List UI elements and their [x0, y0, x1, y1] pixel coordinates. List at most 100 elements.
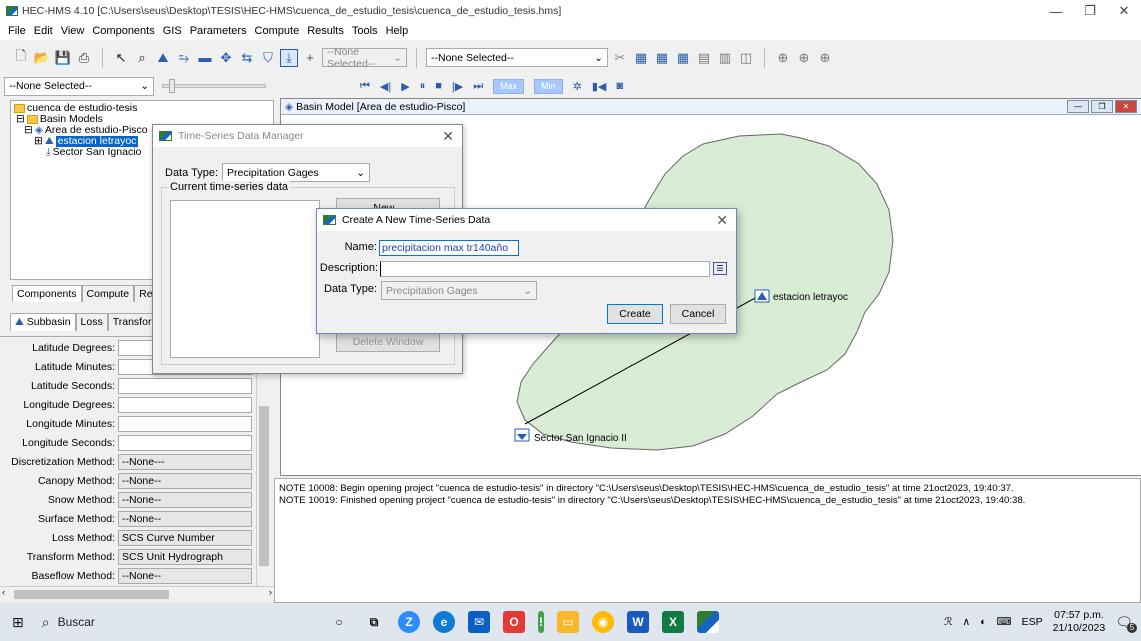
toolbar-select-2[interactable]: --None Selected-- ⌄ — [426, 48, 608, 67]
latitude-seconds-field[interactable] — [118, 377, 252, 394]
windows-start-icon[interactable]: ⊞ — [12, 614, 24, 631]
loss-method-select[interactable]: SCS Curve Number — [118, 529, 252, 546]
close-button[interactable]: ✕ — [1107, 0, 1141, 22]
mdi-restore-button[interactable]: ❐ — [1091, 100, 1113, 113]
close-icon[interactable]: ✕ — [716, 212, 728, 229]
stop-icon[interactable]: ■ — [435, 80, 442, 92]
keyboard-icon[interactable]: ⌨ — [996, 616, 1011, 628]
toolbar-select-1[interactable]: --None Selected-- ⌄ — [322, 46, 407, 70]
time-slider[interactable] — [162, 79, 266, 93]
delete-window-button[interactable]: Delete Window — [336, 332, 440, 352]
office-icon[interactable]: O — [503, 611, 525, 633]
menu-help[interactable]: Help — [382, 25, 413, 37]
horizontal-scrollbar[interactable]: ‹ › — [0, 586, 276, 601]
mail-icon[interactable]: ✉ — [468, 611, 490, 633]
sink-icon[interactable] — [514, 428, 530, 442]
hec-hms-taskbar-icon[interactable] — [697, 611, 719, 633]
scroll-left-icon[interactable]: ‹ — [2, 587, 5, 597]
clock[interactable]: 07:57 p.m. 21/10/2023 — [1053, 609, 1106, 635]
globe-icon-1[interactable]: ⊕ — [774, 49, 792, 67]
save-icon[interactable]: 💾 — [54, 49, 72, 67]
zoom-app-icon[interactable]: Z — [398, 611, 420, 633]
mdi-minimize-button[interactable]: — — [1067, 100, 1089, 113]
globe-icon-2[interactable]: ⊕ — [795, 49, 813, 67]
junction-tool-icon[interactable]: ✥ — [217, 49, 235, 67]
discretization-method-select[interactable]: --None--- — [118, 453, 252, 470]
menu-gis[interactable]: GIS — [159, 25, 186, 37]
edge-icon[interactable]: e — [433, 611, 455, 633]
video-icon[interactable]: ▮◀ — [592, 80, 607, 93]
settings-icon[interactable]: ✲ — [573, 80, 582, 93]
fast-forward-icon[interactable]: ⏭ — [473, 80, 483, 93]
add-icon[interactable]: + — [301, 49, 319, 67]
diversion-tool-icon[interactable]: ⇆ — [238, 49, 256, 67]
menu-view[interactable]: View — [57, 25, 89, 37]
new-file-icon[interactable]: 🗋 — [12, 48, 30, 67]
language-indicator[interactable]: ESP — [1022, 616, 1043, 628]
pointer-tool-icon[interactable]: ↖ — [112, 49, 130, 67]
ts-data-type-select[interactable]: Precipitation Gages ⌄ — [222, 163, 370, 182]
sink-tool-icon[interactable]: ⤓ — [280, 48, 298, 67]
menu-parameters[interactable]: Parameters — [186, 25, 251, 37]
station-icon[interactable] — [754, 289, 770, 303]
reservoir-tool-icon[interactable]: ▬ — [196, 49, 214, 67]
zoom-tool-icon[interactable]: ⌕ — [133, 49, 151, 67]
mdi-close-button[interactable]: ✕ — [1115, 100, 1137, 113]
longitude-seconds-field[interactable] — [118, 434, 252, 451]
menu-compute[interactable]: Compute — [251, 25, 304, 37]
menu-file[interactable]: File — [4, 25, 30, 37]
ts-list[interactable] — [170, 200, 320, 358]
menu-components[interactable]: Components — [88, 25, 158, 37]
transform-method-select[interactable]: SCS Unit Hydrograph — [118, 548, 252, 565]
vertical-scrollbar[interactable] — [256, 336, 270, 598]
edit-description-icon[interactable]: ☰ — [713, 262, 727, 275]
menu-tools[interactable]: Tools — [348, 25, 382, 37]
longitude-degrees-field[interactable] — [118, 396, 252, 413]
camera-icon[interactable]: ◙ — [616, 80, 623, 92]
close-icon[interactable]: ✕ — [442, 128, 454, 145]
subbasin-tool-icon[interactable]: ⛰ — [154, 49, 172, 67]
excel-icon[interactable]: X — [662, 611, 684, 633]
results-icon-3[interactable]: ▦ — [674, 49, 692, 67]
pause-icon[interactable]: ⏸ — [420, 80, 426, 93]
min-button[interactable]: Min — [534, 78, 563, 94]
task-view-icon[interactable]: ⧉ — [363, 611, 385, 633]
taskbar-search[interactable]: Buscar — [58, 615, 95, 629]
network-icon[interactable]: ◐ — [980, 616, 986, 628]
tab-components[interactable]: Components — [12, 285, 82, 302]
scroll-right-icon[interactable]: › — [269, 587, 272, 597]
app-icon[interactable]: ! — [538, 611, 544, 633]
step-back-icon[interactable]: ◀| — [380, 80, 391, 93]
folder-results-icon[interactable]: ◫ — [737, 49, 755, 67]
cancel-button[interactable]: Cancel — [670, 304, 726, 324]
surface-method-select[interactable]: --None-- — [118, 510, 252, 527]
search-icon[interactable]: ⌕ — [42, 614, 50, 631]
globe-icon-3[interactable]: ⊕ — [816, 49, 834, 67]
longitude-minutes-field[interactable] — [118, 415, 252, 432]
print-icon[interactable]: ⎙ — [75, 49, 93, 67]
word-icon[interactable]: W — [627, 611, 649, 633]
chrome-icon[interactable]: ◉ — [592, 611, 614, 633]
max-button[interactable]: Max — [493, 78, 525, 94]
tab-loss[interactable]: Loss — [75, 313, 108, 331]
file-explorer-icon[interactable]: ▭ — [557, 611, 579, 633]
minimize-button[interactable]: — — [1039, 0, 1073, 22]
results-icon-1[interactable]: ▦ — [632, 49, 650, 67]
play-icon[interactable]: ▶ — [401, 80, 409, 93]
results-icon-2[interactable]: ▦ — [653, 49, 671, 67]
snow-method-select[interactable]: --None-- — [118, 491, 252, 508]
description-field[interactable] — [380, 261, 710, 277]
menu-results[interactable]: Results — [303, 25, 348, 37]
step-forward-icon[interactable]: |▶ — [452, 80, 463, 93]
people-icon[interactable]: ℛ — [944, 616, 952, 628]
menu-edit[interactable]: Edit — [30, 25, 57, 37]
table-icon[interactable]: ▥ — [716, 49, 734, 67]
graph-icon[interactable]: ▤ — [695, 49, 713, 67]
run-icon[interactable]: ✂ — [611, 49, 629, 67]
reach-tool-icon[interactable]: ⥲ — [175, 49, 193, 67]
baseflow-method-select[interactable]: --None-- — [118, 567, 252, 584]
canopy-method-select[interactable]: --None-- — [118, 472, 252, 489]
maximize-button[interactable]: ❐ — [1073, 0, 1107, 22]
tab-subbasin[interactable]: ⛰ Subbasin — [10, 313, 76, 331]
name-field[interactable]: precipitacion max tr140año — [379, 240, 519, 256]
